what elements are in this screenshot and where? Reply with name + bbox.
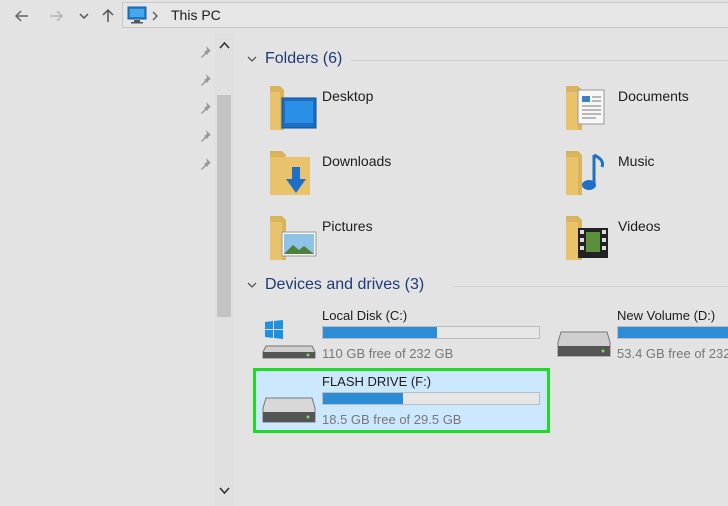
windows-drive-icon xyxy=(262,320,316,359)
pin-icon[interactable] xyxy=(198,101,212,115)
drive-usage-bar xyxy=(322,392,540,405)
music-folder-icon xyxy=(566,151,604,195)
arrow-up-icon xyxy=(102,8,114,22)
folders-group-label: Folders (6) xyxy=(265,50,343,67)
chevron-down-icon[interactable] xyxy=(219,487,230,495)
folder-documents[interactable]: Documents xyxy=(564,84,728,144)
folder-label: Documents xyxy=(618,88,689,104)
folder-desktop[interactable]: Desktop xyxy=(268,84,448,144)
chevron-right-icon xyxy=(152,11,158,21)
drive-usage-bar xyxy=(617,326,728,339)
drive-free-space: 18.5 GB free of 29.5 GB xyxy=(322,412,462,427)
divider xyxy=(351,60,728,61)
folders-group-header[interactable]: Folders (6) xyxy=(247,50,728,68)
drive-usage-bar xyxy=(322,326,540,339)
folder-downloads[interactable]: Downloads xyxy=(268,149,448,209)
videos-folder-icon xyxy=(566,216,608,260)
drive-local-disk-c[interactable]: Local Disk (C:) 110 GB free of 232 GB xyxy=(260,306,550,370)
this-pc-icon xyxy=(127,6,147,24)
folder-label: Pictures xyxy=(322,218,373,234)
hard-drive-icon xyxy=(557,331,611,357)
drive-free-space: 110 GB free of 232 GB xyxy=(322,346,454,361)
folder-music[interactable]: Music xyxy=(564,149,728,209)
pictures-folder-icon xyxy=(270,216,317,260)
up-button[interactable] xyxy=(96,4,120,28)
chevron-down-icon xyxy=(79,13,89,20)
navigation-bar: This PC xyxy=(0,0,728,33)
drive-d-clip: New Volume (D:) 53.4 GB free of 232 GB xyxy=(555,306,728,370)
pin-icon[interactable] xyxy=(198,157,212,171)
chevron-up-icon[interactable] xyxy=(219,41,230,49)
chevron-down-icon xyxy=(247,56,257,62)
folder-videos[interactable]: Videos xyxy=(564,214,728,274)
pin-icon[interactable] xyxy=(198,129,212,143)
drive-name: New Volume (D:) xyxy=(617,308,716,323)
drives-group-header[interactable]: Devices and drives (3) xyxy=(247,276,728,294)
address-bar[interactable]: This PC xyxy=(122,2,728,28)
navigation-pane xyxy=(0,33,216,506)
arrow-right-icon xyxy=(50,10,64,22)
folder-pictures[interactable]: Pictures xyxy=(268,214,448,274)
drive-new-volume-d[interactable]: New Volume (D:) 53.4 GB free of 232 GB xyxy=(555,306,728,370)
divider xyxy=(453,286,728,287)
folder-label: Downloads xyxy=(322,153,392,169)
arrow-left-icon xyxy=(14,10,28,22)
drives-group-label: Devices and drives (3) xyxy=(265,276,425,293)
forward-button[interactable] xyxy=(44,4,68,28)
drive-usage-fill xyxy=(323,327,438,338)
drive-usage-fill xyxy=(618,327,728,338)
drive-free-space: 53.4 GB free of 232 GB xyxy=(617,346,728,361)
scrollbar-thumb[interactable] xyxy=(217,95,231,317)
documents-folder-icon xyxy=(566,86,605,130)
downloads-folder-icon xyxy=(270,151,310,195)
drive-name: FLASH DRIVE (F:) xyxy=(322,374,432,389)
pin-icon[interactable] xyxy=(198,45,212,59)
folder-label: Music xyxy=(618,153,655,169)
navigation-scrollbar[interactable] xyxy=(215,33,234,506)
recent-locations-button[interactable] xyxy=(72,4,96,28)
chevron-down-icon xyxy=(247,282,257,288)
desktop-folder-icon xyxy=(270,86,317,130)
back-button[interactable] xyxy=(10,4,34,28)
drive-name: Local Disk (C:) xyxy=(322,308,408,323)
folder-label: Desktop xyxy=(322,88,374,104)
address-path: This PC xyxy=(171,7,221,23)
folder-label: Videos xyxy=(618,218,661,234)
pin-icon[interactable] xyxy=(198,73,212,87)
drive-usage-fill xyxy=(323,393,403,404)
usb-drive-icon xyxy=(262,397,316,423)
drive-flash-drive-f[interactable]: FLASH DRIVE (F:) 18.5 GB free of 29.5 GB xyxy=(260,372,550,436)
